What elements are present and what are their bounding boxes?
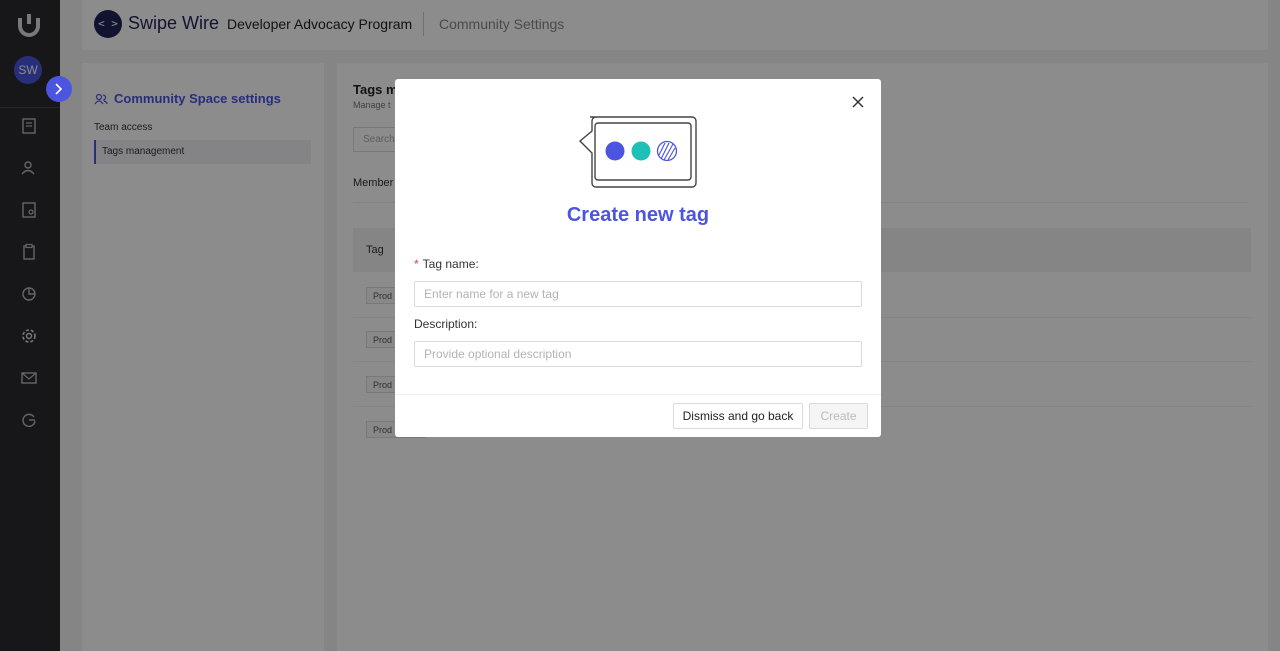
modal-title: Create new tag: [566, 204, 710, 226]
close-icon[interactable]: [851, 95, 865, 109]
expand-sidebar-button[interactable]: [46, 76, 72, 102]
tag-name-label-text: Tag name: [422, 257, 476, 271]
label-colon: :: [474, 317, 478, 331]
dismiss-button[interactable]: Dismiss and go back: [673, 403, 803, 429]
modal-footer-divider: [395, 394, 881, 395]
chevron-right-icon: [55, 83, 63, 95]
description-input[interactable]: [414, 341, 862, 367]
description-label-text: Description: [414, 317, 475, 331]
create-button[interactable]: Create: [809, 403, 868, 429]
tag-illustration-icon: [578, 116, 697, 188]
tag-name-label: * Tag name:: [414, 257, 479, 271]
create-tag-modal: Create new tag *Tag name: Description: D…: [395, 79, 881, 437]
description-label: Description:: [414, 317, 477, 331]
required-asterisk: *: [414, 257, 419, 271]
label-colon: :: [475, 257, 479, 271]
tag-name-input[interactable]: [414, 281, 862, 307]
